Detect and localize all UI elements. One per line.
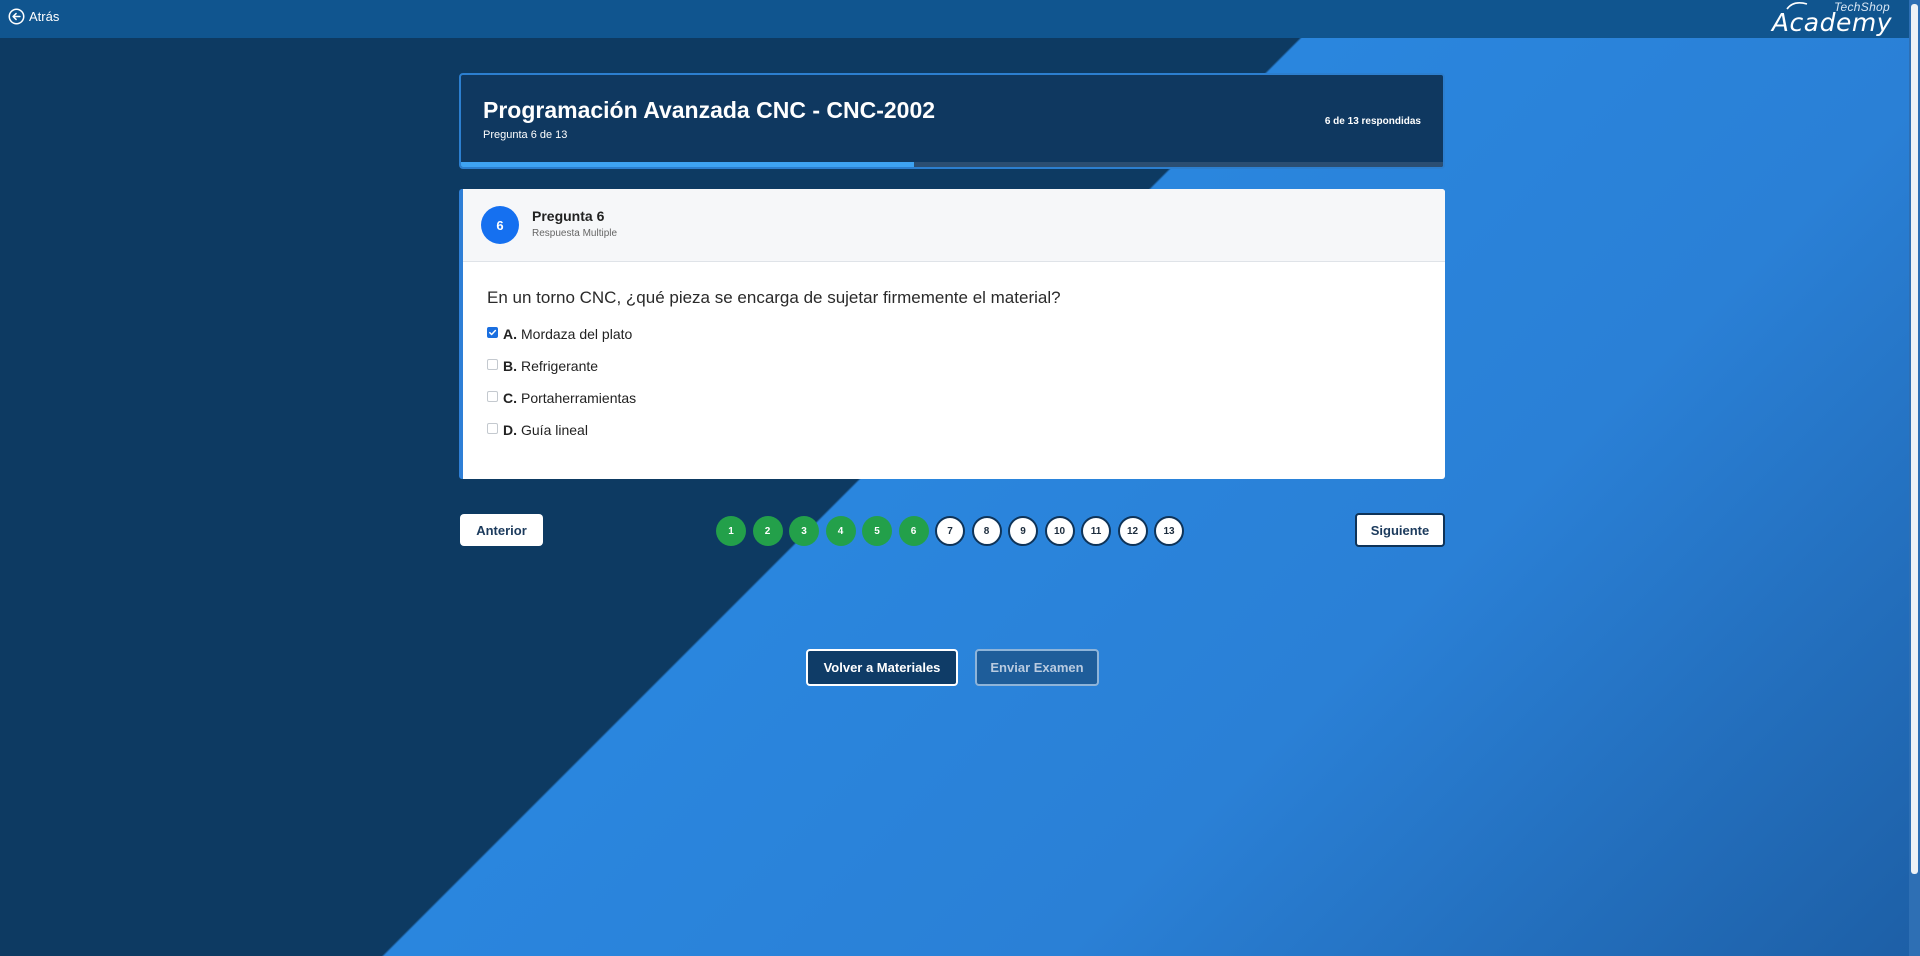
back-to-materials-button[interactable]: Volver a Materiales <box>806 649 958 686</box>
page-dot-10[interactable]: 10 <box>1044 516 1075 546</box>
background-accent <box>470 860 590 956</box>
option-c[interactable]: C. Portaherramientas <box>487 390 636 406</box>
question-type: Respuesta Multiple <box>532 228 618 239</box>
previous-button[interactable]: Anterior <box>460 514 543 546</box>
checkbox-icon[interactable] <box>487 326 498 338</box>
answered-count: 6 de 13 respondidas <box>1324 116 1421 127</box>
page-dot-3[interactable]: 3 <box>789 516 819 546</box>
page-dot-9[interactable]: 9 <box>1008 516 1038 546</box>
option-key: C. <box>503 390 517 406</box>
exam-header: Programación Avanzada CNC - CNC-2002 Pre… <box>459 73 1445 169</box>
checkbox-icon[interactable] <box>487 422 498 434</box>
submit-exam-button[interactable]: Enviar Examen <box>975 649 1099 686</box>
back-button[interactable]: Atrás <box>8 8 59 25</box>
page-dot-11[interactable]: 11 <box>1081 516 1111 546</box>
page-dot-8[interactable]: 8 <box>971 516 1002 546</box>
page-dot-2[interactable]: 2 <box>752 516 783 546</box>
page-dot-4[interactable]: 4 <box>825 516 856 546</box>
arrow-left-circle-icon <box>8 8 25 25</box>
page-dot-12[interactable]: 12 <box>1117 516 1148 546</box>
option-key: A. <box>503 326 517 342</box>
next-button[interactable]: Siguiente <box>1355 513 1445 547</box>
checkbox-icon[interactable] <box>487 390 498 402</box>
checkmark-icon <box>489 329 497 335</box>
question-text: En un torno CNC, ¿qué pieza se encarga d… <box>487 288 1061 307</box>
option-a[interactable]: A. Mordaza del plato <box>487 326 632 342</box>
scrollbar[interactable] <box>1909 0 1920 956</box>
exam-title: Programación Avanzada CNC - CNC-2002 <box>483 97 936 123</box>
logo-academy: Academy <box>1771 8 1892 37</box>
option-text: Portaherramientas <box>521 390 637 406</box>
option-d[interactable]: D. Guía lineal <box>487 422 588 438</box>
page-dot-13[interactable]: 13 <box>1154 516 1184 546</box>
top-bar: Atrás TechShop Academy <box>0 0 1920 38</box>
option-text: Mordaza del plato <box>521 326 633 342</box>
page-dot-7[interactable]: 7 <box>935 516 965 546</box>
page-dot-5[interactable]: 5 <box>862 516 892 546</box>
option-key: B. <box>503 358 517 374</box>
progress-fill <box>461 162 915 167</box>
progress-bar <box>461 162 1443 167</box>
page-dot-1[interactable]: 1 <box>716 516 746 546</box>
checkbox-icon[interactable] <box>487 358 498 370</box>
question-label: Pregunta 6 <box>532 208 605 224</box>
back-label: Atrás <box>29 9 60 24</box>
question-position: Pregunta 6 de 13 <box>483 129 568 141</box>
techshop-academy-logo: TechShop Academy <box>1768 0 1892 37</box>
question-number-badge: 6 <box>481 206 519 244</box>
option-text: Refrigerante <box>521 358 599 374</box>
scrollbar-thumb[interactable] <box>1911 4 1918 874</box>
option-b[interactable]: B. Refrigerante <box>487 358 598 374</box>
question-header: 6 Pregunta 6 Respuesta Multiple <box>463 189 1445 262</box>
page-dot-6[interactable]: 6 <box>898 516 929 546</box>
question-card: 6 Pregunta 6 Respuesta Multiple En un to… <box>459 189 1445 479</box>
option-text: Guía lineal <box>521 422 588 438</box>
option-key: D. <box>503 422 517 438</box>
